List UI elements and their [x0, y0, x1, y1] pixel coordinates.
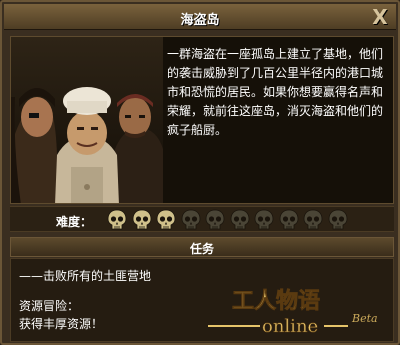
- watermark-sub: online: [262, 316, 318, 337]
- watermark-main: 工人物语: [232, 288, 320, 314]
- mission-header: 任务: [10, 237, 394, 257]
- story-text: 一群海盗在一座孤岛上建立了基地，他们 的袭击威胁到了几百公里半径内的港口城 市和…: [167, 45, 389, 140]
- skull-icon-active: [132, 209, 151, 230]
- mission-dialog: 海盗岛 X 一群海盗在一座孤岛上建立了基地，他们 的袭击威胁到了几百公里半径内的…: [0, 0, 400, 345]
- skull-icon-inactive: [181, 209, 200, 230]
- skull-icon-inactive: [205, 209, 225, 230]
- skull-icon-active: [107, 209, 127, 230]
- mission-objective: ——击败所有的土匪营地: [19, 269, 152, 283]
- difficulty-label: 难度：: [56, 215, 93, 229]
- reward-label: 资源冒险：: [19, 299, 80, 313]
- skull-icon-inactive: [254, 209, 274, 230]
- story-line: 疯子船厨。: [167, 123, 228, 137]
- story-line: 一群海盗在一座孤岛上建立了基地，他们: [167, 47, 384, 61]
- skull-icon-inactive: [279, 209, 298, 230]
- skull-icon-inactive: [303, 209, 323, 230]
- story-line: 荣耀，就前往这座岛，消灭海盗和他们的: [167, 104, 384, 118]
- game-logo-watermark: 工人物语 online Beta: [208, 288, 378, 337]
- mission-title: 任务: [189, 242, 214, 256]
- watermark-tag: Beta: [351, 312, 378, 325]
- pirates-portrait: [11, 37, 163, 203]
- reward-text: 获得丰厚资源！: [19, 317, 104, 331]
- dialog-titlebar: 海盗岛 X: [4, 4, 396, 30]
- skull-icon-inactive: [328, 209, 347, 230]
- skull-icon-active: [156, 209, 176, 230]
- story-line: 的袭击威胁到了几百公里半径内的港口城: [167, 66, 384, 80]
- story-panel: 一群海盗在一座孤岛上建立了基地，他们 的袭击威胁到了几百公里半径内的港口城 市和…: [10, 36, 394, 204]
- story-line: 市和恐慌的居民。如果你想要赢得名声和: [167, 85, 384, 99]
- skull-icon-inactive: [230, 209, 249, 230]
- dialog-title: 海盗岛: [180, 13, 220, 28]
- difficulty-row: 难度：: [10, 206, 394, 232]
- close-icon[interactable]: X: [370, 7, 390, 27]
